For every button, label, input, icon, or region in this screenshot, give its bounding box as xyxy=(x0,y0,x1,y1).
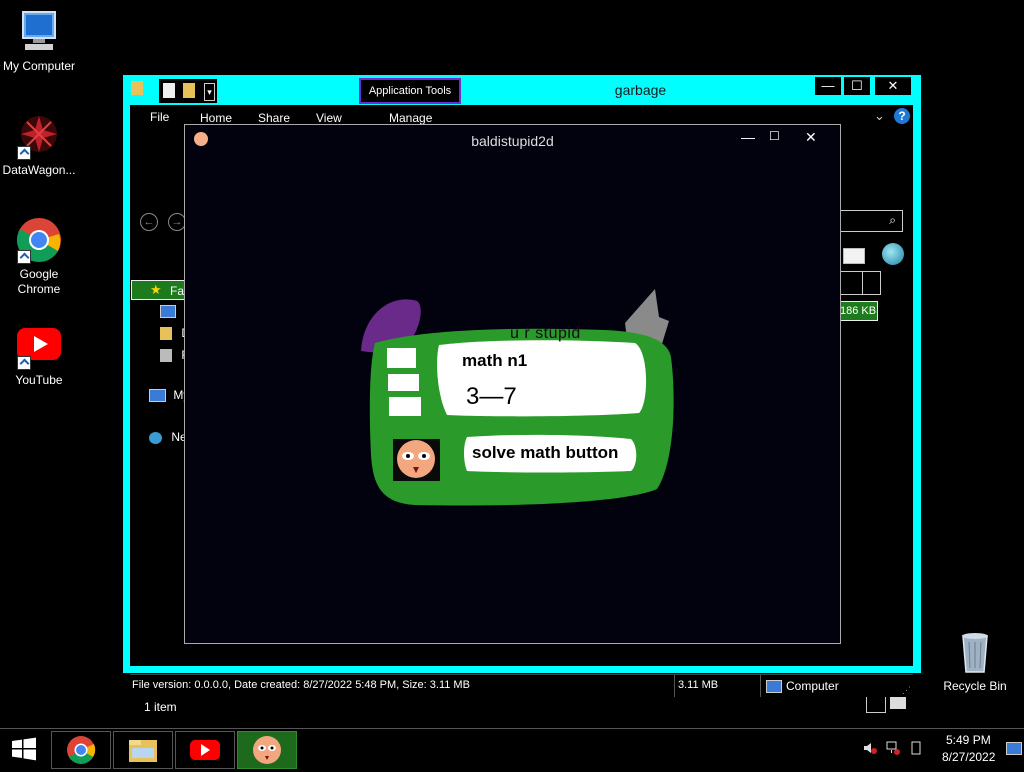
customize-toolbar-button[interactable]: ▾ xyxy=(204,83,215,101)
tab-view[interactable]: View xyxy=(316,111,342,125)
recycle-bin-icon xyxy=(951,628,999,676)
resize-grip-icon[interactable]: ⋰ xyxy=(902,685,911,696)
datawagon-icon xyxy=(15,112,63,160)
help-icon[interactable]: ? xyxy=(894,108,910,124)
problem-label: math n1 xyxy=(462,351,528,370)
status-divider xyxy=(674,675,675,697)
action-center-icon[interactable] xyxy=(909,741,923,755)
status-divider xyxy=(760,675,761,697)
desktop-icon-youtube[interactable]: YouTube xyxy=(0,322,78,388)
tab-share[interactable]: Share xyxy=(258,111,290,125)
file-size-badge: 186 KB xyxy=(838,301,878,321)
recent-places-icon xyxy=(160,349,172,363)
taunt-text: u r stupid xyxy=(510,325,581,342)
view-toggle-box[interactable] xyxy=(839,271,881,295)
taskbar-file-explorer[interactable] xyxy=(113,731,173,769)
star-icon: ★ xyxy=(150,282,162,297)
back-button[interactable]: ← xyxy=(140,213,158,231)
search-icon: ⌕ xyxy=(889,213,896,227)
desktop-icon-label: DataWagon... xyxy=(2,163,76,177)
downloads-icon xyxy=(160,327,172,341)
desktop-icon-label: YouTube xyxy=(15,373,63,387)
chrome-icon xyxy=(67,736,96,764)
start-button[interactable] xyxy=(0,729,48,769)
desktop-icon-my-computer[interactable]: My Computer xyxy=(0,8,78,74)
desktop-icon-recycle-bin[interactable]: Recycle Bin xyxy=(936,628,1014,694)
close-button[interactable]: ✕ xyxy=(875,77,911,95)
menu-line-3 xyxy=(389,397,421,416)
desktop-icon-google-chrome[interactable]: Google Chrome xyxy=(0,216,78,297)
menu-line-2 xyxy=(388,374,419,391)
baldi-icon xyxy=(253,736,281,764)
taskbar-chrome[interactable] xyxy=(51,731,111,769)
new-folder-icon[interactable] xyxy=(183,83,195,98)
folder-icon xyxy=(131,81,143,95)
chrome-icon xyxy=(15,216,63,264)
clock-time[interactable]: 5:49 PM xyxy=(946,733,991,747)
email-icon[interactable] xyxy=(843,248,865,264)
taskbar-baldi[interactable] xyxy=(237,731,297,769)
volume-muted-icon[interactable] xyxy=(863,741,877,755)
file-explorer-icon xyxy=(129,740,157,762)
quick-access-toolbar: ▾ xyxy=(159,79,217,103)
desktop-icon-label: My Computer xyxy=(2,59,76,73)
network-icon xyxy=(149,431,162,444)
item-count: 1 item xyxy=(144,700,177,714)
shortcut-arrow-icon xyxy=(17,146,31,160)
shortcut-arrow-icon xyxy=(17,250,31,264)
desktop-icon-label: Recycle Bin xyxy=(943,679,1007,693)
youtube-icon xyxy=(190,740,220,760)
status-size: 3.11 MB xyxy=(678,679,719,691)
show-desktop-icon[interactable] xyxy=(1006,742,1022,755)
clock-date[interactable]: 8/27/2022 xyxy=(942,750,995,764)
start-icon xyxy=(12,737,36,761)
game-window: baldistupid2d — ☐ ✕ u r stupid math n1 3… xyxy=(184,124,841,644)
window-title: garbage xyxy=(614,82,667,98)
equation-text: 3—7 xyxy=(466,383,517,410)
details-view-button[interactable] xyxy=(866,695,886,713)
nav-item-favorites[interactable]: ★ Fa xyxy=(131,280,189,300)
search-input[interactable]: ⌕ xyxy=(839,210,903,232)
taskbar-youtube[interactable] xyxy=(175,731,235,769)
desktop-icon xyxy=(160,305,176,319)
computer-icon xyxy=(766,680,782,693)
minimize-button[interactable]: — xyxy=(815,77,841,95)
shortcut-arrow-icon xyxy=(17,356,31,370)
taskbar: 5:49 PM 8/27/2022 xyxy=(0,728,1024,769)
nav-item-label: Fa xyxy=(170,284,185,298)
tab-application-tools[interactable]: Application Tools xyxy=(359,78,461,104)
menu-line-1 xyxy=(387,348,416,368)
ribbon-expand-icon[interactable]: ⌄ xyxy=(874,108,885,124)
status-details: File version: 0.0.0.0, Date created: 8/2… xyxy=(132,679,470,691)
tab-home[interactable]: Home xyxy=(200,111,232,125)
baldi-face-icon xyxy=(393,439,440,481)
maximize-button[interactable]: ☐ xyxy=(844,77,870,95)
youtube-icon xyxy=(15,322,63,370)
computer-icon xyxy=(149,389,166,403)
desktop-icon-datawagon[interactable]: DataWagon... xyxy=(0,112,78,178)
properties-icon[interactable] xyxy=(163,83,175,98)
tab-manage[interactable]: Manage xyxy=(389,111,432,125)
globe-icon[interactable] xyxy=(882,243,904,265)
solve-math-button[interactable]: solve math button xyxy=(472,443,632,463)
large-icons-view-button[interactable] xyxy=(890,695,906,709)
status-location: Computer xyxy=(786,679,839,693)
tab-file[interactable]: File xyxy=(150,110,169,124)
computer-icon xyxy=(15,8,63,56)
nav-item-network[interactable]: Ne xyxy=(149,430,187,444)
desktop-icon-label: Google Chrome xyxy=(17,267,61,296)
network-icon[interactable] xyxy=(885,740,901,756)
status-bar: File version: 0.0.0.0, Date created: 8/2… xyxy=(130,674,913,697)
